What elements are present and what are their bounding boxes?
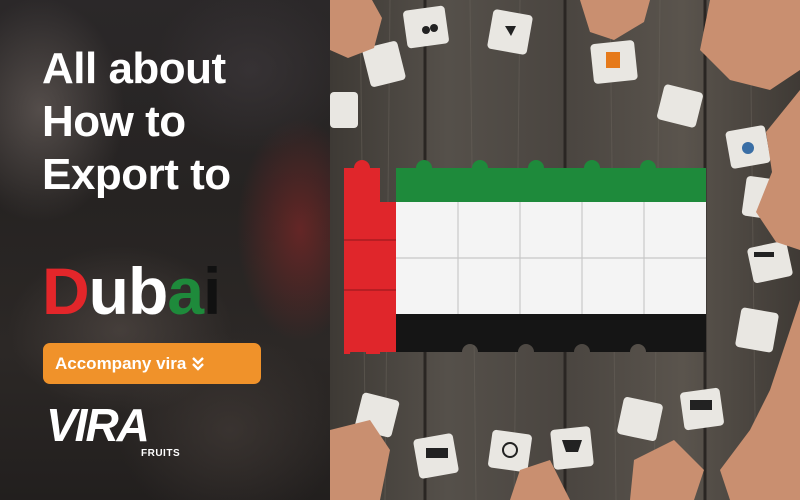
headline: All about How to Export to [42, 42, 312, 201]
dubai-letter-d: D [42, 254, 90, 328]
logo-word: VIRA [46, 399, 150, 451]
double-chevron-down-icon [192, 356, 205, 371]
vira-fruits-logo: VIRA FRUITS [46, 400, 186, 466]
flag-black-band [396, 314, 706, 352]
logo-sub: FRUITS [141, 448, 181, 459]
wood-table-scene [330, 0, 800, 500]
headline-line-1: All about [42, 44, 226, 93]
dubai-word: Dubai [42, 254, 221, 328]
accompany-vira-button[interactable]: Accompany vira [43, 343, 261, 384]
uae-flag-puzzle [344, 160, 706, 354]
dubai-letter-u: u [88, 254, 129, 328]
puzzle-photo [330, 0, 800, 500]
headline-line-3: Export to [42, 150, 231, 199]
flag-red-column [344, 202, 396, 352]
dubai-letter-a: a [167, 254, 204, 328]
dubai-letter-b: b [128, 254, 168, 328]
left-panel: All about How to Export to Dubai Accompa… [0, 0, 330, 500]
accompany-vira-label: Accompany vira [55, 353, 187, 373]
dubai-letter-i: i [203, 254, 221, 328]
headline-line-2: How to [42, 97, 186, 146]
